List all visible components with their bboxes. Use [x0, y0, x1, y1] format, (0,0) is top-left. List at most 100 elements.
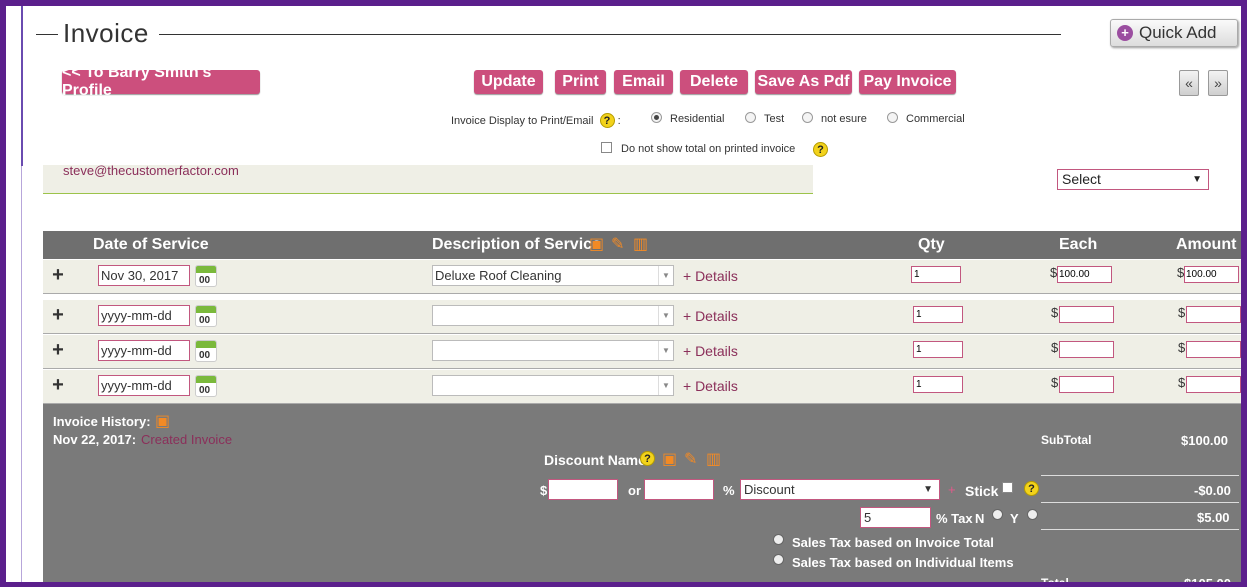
qty-input[interactable]: 1	[911, 266, 961, 283]
each-input[interactable]	[1059, 376, 1114, 393]
discount-percent-input[interactable]	[644, 479, 714, 500]
header-amount: Amount	[1176, 236, 1237, 253]
email-button[interactable]: Email	[614, 70, 673, 94]
details-link[interactable]: + Details	[683, 308, 738, 324]
details-link[interactable]: + Details	[683, 343, 738, 359]
radio-not-esure-label: not esure	[821, 113, 867, 125]
template-select[interactable]: Select ▼	[1057, 169, 1209, 190]
edit-icon[interactable]: ✎	[684, 449, 697, 469]
table-row: + yyyy-mm-dd 00 ▼ + Details 1 $ $	[43, 370, 1241, 404]
add-row-icon[interactable]: +	[48, 265, 68, 286]
table-row: + yyyy-mm-dd 00 ▼ + Details 1 $ $	[43, 300, 1241, 334]
chevron-down-icon: ▼	[658, 341, 673, 360]
calendar-icon-text: 00	[199, 315, 211, 326]
calendar-icon-text: 00	[199, 350, 211, 361]
calendar-icon[interactable]: 00	[195, 265, 217, 287]
qty-input[interactable]: 1	[913, 306, 963, 323]
delete-button[interactable]: Delete	[680, 70, 748, 94]
description-value: Deluxe Roof Cleaning	[435, 268, 562, 283]
amount-input[interactable]	[1186, 341, 1241, 358]
history-event-link[interactable]: Created Invoice	[141, 432, 232, 447]
date-input[interactable]: yyyy-mm-dd	[98, 375, 190, 396]
percent-label: %	[723, 483, 735, 498]
total-label: Total	[1041, 576, 1069, 587]
description-select[interactable]: Deluxe Roof Cleaning ▼	[432, 265, 674, 286]
customer-email[interactable]: steve@thecustomerfactor.com	[63, 163, 239, 178]
radio-test[interactable]	[745, 112, 756, 123]
qty-input[interactable]: 1	[913, 376, 963, 393]
add-history-icon[interactable]: ▣	[155, 411, 170, 431]
date-input[interactable]: yyyy-mm-dd	[98, 305, 190, 326]
add-item-icon[interactable]: ▣	[589, 234, 604, 254]
sales-tax-items-radio[interactable]	[773, 554, 784, 565]
chevron-down-icon: ▼	[658, 306, 673, 325]
add-discount-plus[interactable]: +	[948, 482, 956, 497]
table-row: + Nov 30, 2017 00 Deluxe Roof Cleaning ▼ …	[43, 260, 1241, 294]
description-select[interactable]: ▼	[432, 305, 674, 326]
sales-tax-total-radio[interactable]	[773, 534, 784, 545]
title-rule-left	[36, 34, 58, 35]
totals-divider	[1041, 529, 1239, 530]
each-input[interactable]	[1059, 306, 1114, 323]
add-row-icon[interactable]: +	[48, 340, 68, 361]
trash-icon[interactable]: ▥	[633, 234, 648, 254]
currency-symbol: $	[1178, 375, 1186, 390]
discount-name-label: Discount Name	[544, 452, 646, 468]
trash-icon[interactable]: ▥	[706, 449, 721, 469]
help-icon[interactable]: ?	[640, 451, 655, 466]
add-row-icon[interactable]: +	[48, 375, 68, 396]
discount-amount-input[interactable]	[548, 479, 618, 500]
hide-total-checkbox[interactable]	[601, 142, 612, 153]
help-icon[interactable]: ?	[813, 142, 828, 157]
calendar-icon[interactable]: 00	[195, 375, 217, 397]
pay-invoice-button[interactable]: Pay Invoice	[859, 70, 956, 94]
description-select[interactable]: ▼	[432, 340, 674, 361]
stick-checkbox[interactable]	[1002, 482, 1013, 493]
date-input[interactable]: Nov 30, 2017	[98, 265, 190, 286]
radio-not-esure[interactable]	[802, 112, 813, 123]
tax-rate-input[interactable]: 5	[860, 507, 931, 528]
qty-input[interactable]: 1	[913, 341, 963, 358]
radio-commercial[interactable]	[887, 112, 898, 123]
add-discount-icon[interactable]: ▣	[662, 449, 677, 469]
tax-n-label: N	[975, 511, 985, 526]
header-each: Each	[1059, 236, 1098, 253]
display-label: Invoice Display to Print/Email ? :	[451, 113, 621, 128]
details-link[interactable]: + Details	[683, 378, 738, 394]
stick-label: Stick	[965, 483, 999, 499]
description-select[interactable]: ▼	[432, 375, 674, 396]
edit-icon[interactable]: ✎	[611, 234, 624, 254]
amount-input[interactable]: 100.00	[1184, 266, 1239, 283]
prev-invoice-button[interactable]: «	[1179, 70, 1199, 96]
tax-n-radio[interactable]	[992, 509, 1003, 520]
history-date: Nov 22, 2017:	[53, 432, 137, 447]
profile-button[interactable]: << To Barry Smith's Profile	[62, 64, 260, 99]
update-button[interactable]: Update	[474, 70, 543, 94]
radio-residential[interactable]	[651, 112, 662, 123]
amount-input[interactable]	[1186, 376, 1241, 393]
sales-tax-total-label: Sales Tax based on Invoice Total	[792, 535, 994, 550]
tax-y-label: Y	[1010, 511, 1019, 526]
each-input[interactable]	[1059, 341, 1114, 358]
quick-add-button[interactable]: + Quick Add	[1110, 19, 1238, 47]
plus-circle-icon: +	[1117, 25, 1133, 41]
left-border	[21, 6, 23, 166]
calendar-icon[interactable]: 00	[195, 340, 217, 362]
add-row-icon[interactable]: +	[48, 305, 68, 326]
details-link[interactable]: + Details	[683, 268, 738, 284]
date-input[interactable]: yyyy-mm-dd	[98, 340, 190, 361]
sales-tax-items-label: Sales Tax based on Individual Items	[792, 555, 1014, 570]
amount-input[interactable]	[1186, 306, 1241, 323]
tax-y-radio[interactable]	[1027, 509, 1038, 520]
each-input[interactable]: 100.00	[1057, 266, 1112, 283]
hide-total-label: Do not show total on printed invoice	[621, 143, 796, 155]
next-invoice-button[interactable]: »	[1208, 70, 1228, 96]
discount-select[interactable]: Discount ▼	[740, 479, 940, 500]
help-icon[interactable]: ?	[599, 113, 615, 128]
discount-select-value: Discount	[744, 482, 795, 497]
calendar-icon[interactable]: 00	[195, 305, 217, 327]
save-as-pdf-button[interactable]: Save As Pdf	[755, 70, 852, 94]
help-icon[interactable]: ?	[1024, 481, 1039, 496]
print-button[interactable]: Print	[555, 70, 606, 94]
tax-amount: $5.00	[1197, 510, 1230, 525]
